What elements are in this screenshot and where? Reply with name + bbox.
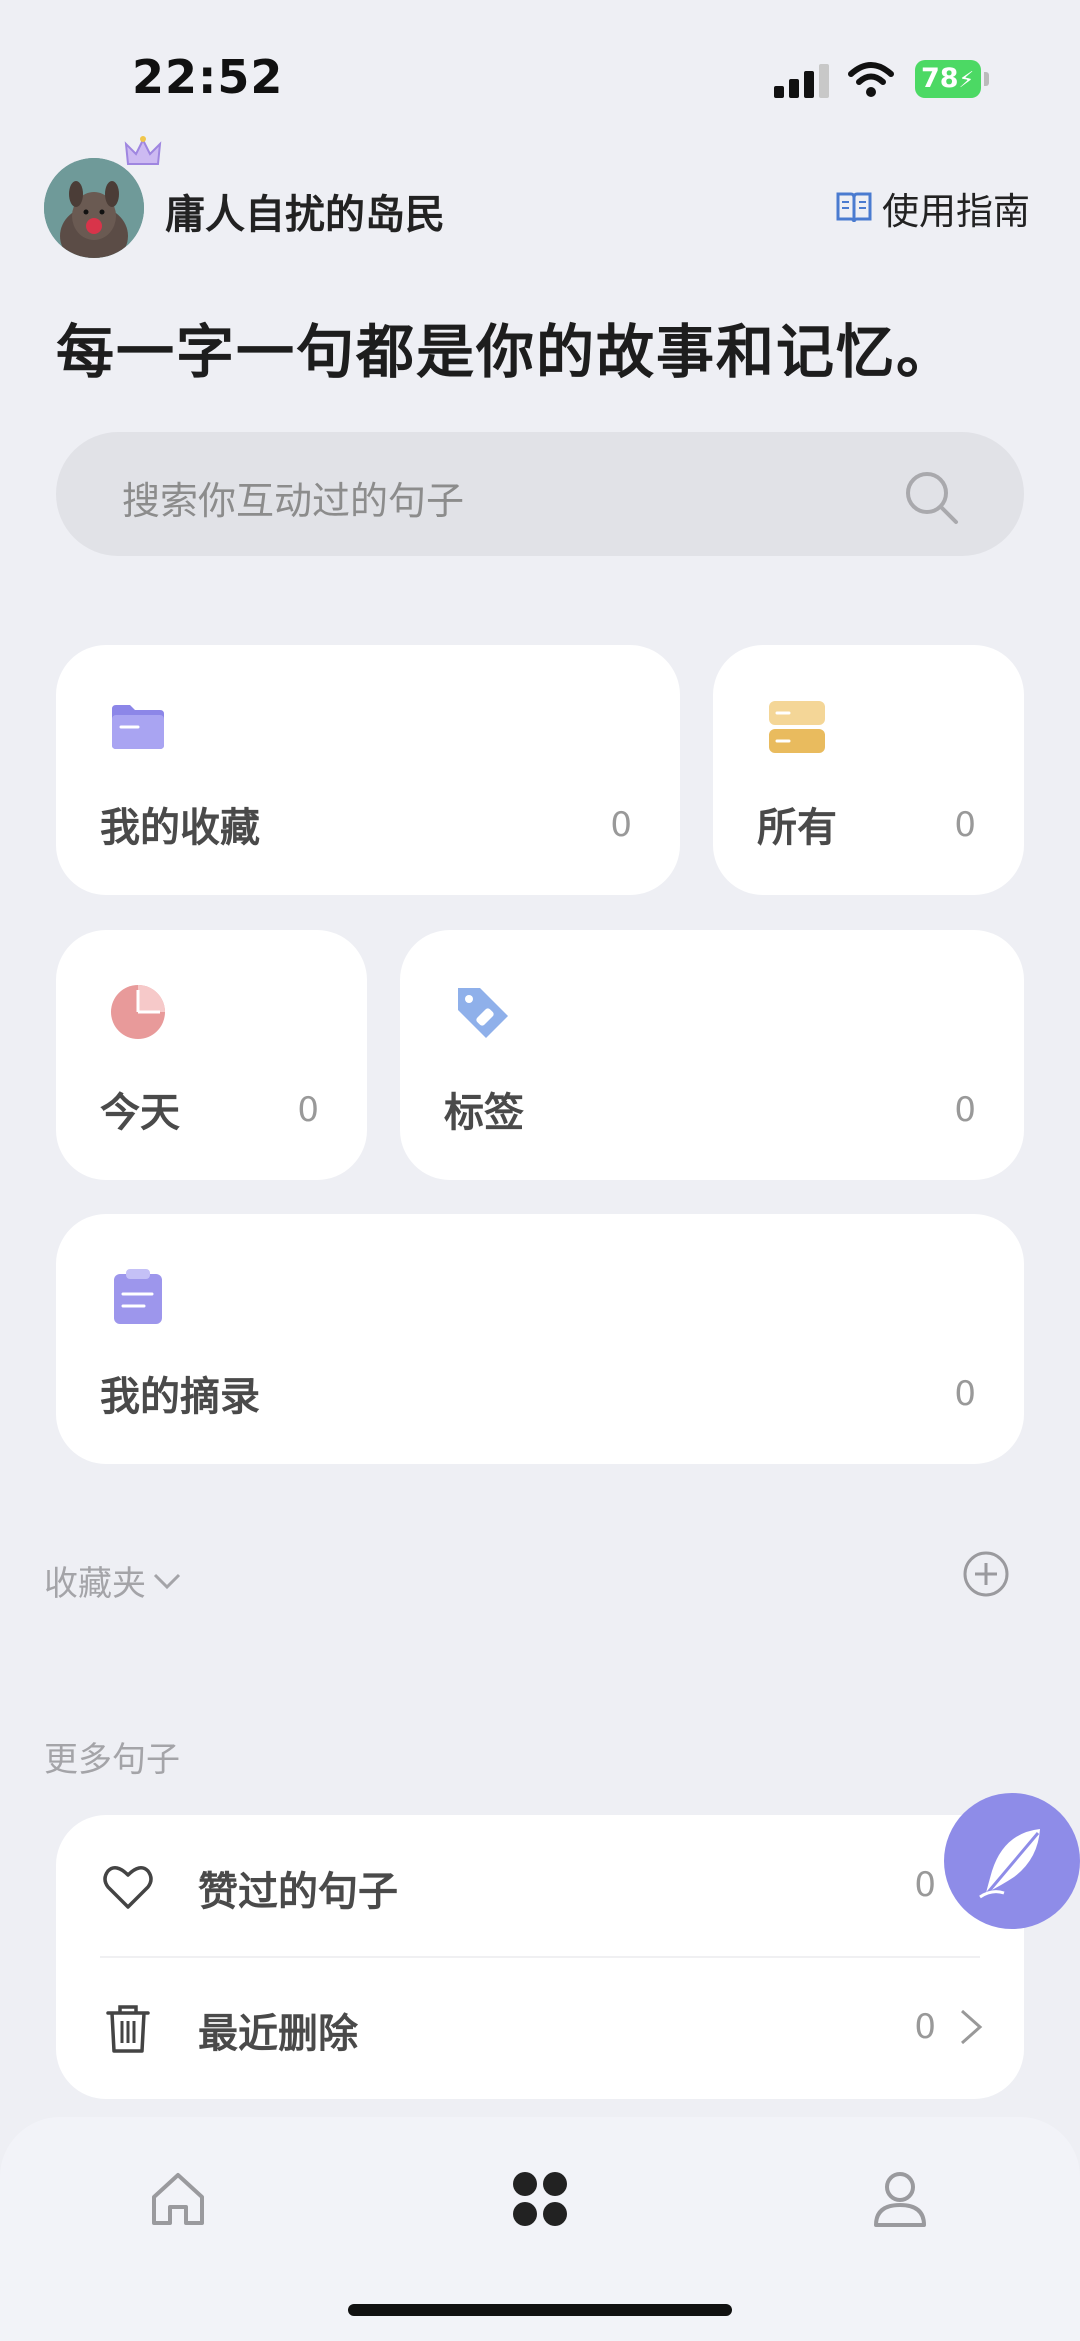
compose-fab-button[interactable] <box>944 1793 1080 1929</box>
more-list: 赞过的句子 0 最近删除 0 <box>56 1815 1024 2099</box>
wifi-icon <box>848 62 894 97</box>
more-title: 更多句子 <box>44 1740 180 1780</box>
list-item-deleted-count: 0 <box>914 2007 936 2047</box>
card-today[interactable]: 今天 0 <box>56 930 367 1180</box>
battery-level: 78 <box>921 63 959 94</box>
card-tags-label: 标签 <box>444 1090 524 1136</box>
search-icon[interactable] <box>902 468 962 528</box>
chevron-right-icon <box>961 2009 983 2045</box>
list-item-liked[interactable]: 赞过的句子 0 <box>56 1815 1024 1958</box>
list-item-liked-count: 0 <box>914 1865 936 1905</box>
card-favorites[interactable]: 我的收藏 0 <box>56 645 680 895</box>
home-indicator <box>348 2304 732 2316</box>
heart-icon <box>103 1866 153 1909</box>
card-excerpts-count: 0 <box>954 1374 976 1414</box>
card-today-label: 今天 <box>100 1090 180 1136</box>
folders-title: 收藏夹 <box>44 1564 146 1604</box>
card-today-count: 0 <box>297 1090 319 1130</box>
search-placeholder: 搜索你互动过的句子 <box>122 479 465 523</box>
battery-icon: 78⚡ <box>915 60 989 100</box>
feather-icon <box>979 1829 1040 1899</box>
add-folder-icon[interactable] <box>962 1550 1010 1598</box>
card-favorites-label: 我的收藏 <box>100 805 260 851</box>
list-item-deleted[interactable]: 最近删除 0 <box>56 1957 1024 2099</box>
list-item-liked-label: 赞过的句子 <box>198 1869 398 1915</box>
card-excerpts-label: 我的摘录 <box>100 1374 260 1420</box>
card-all[interactable]: 所有 0 <box>713 645 1024 895</box>
person-icon[interactable] <box>868 2167 932 2231</box>
trash-icon <box>106 2005 150 2053</box>
status-time: 22:52 <box>132 50 284 104</box>
username[interactable]: 庸人自扰的岛民 <box>165 182 445 240</box>
tag-icon <box>458 988 508 1038</box>
card-favorites-count: 0 <box>610 805 632 845</box>
folder-icon <box>112 705 164 749</box>
clipboard-icon <box>114 1269 162 1324</box>
search-input[interactable]: 搜索你互动过的句子 <box>56 432 1024 556</box>
card-all-label: 所有 <box>757 805 837 851</box>
grid-icon[interactable] <box>508 2167 572 2231</box>
user-guide-label: 使用指南 <box>882 190 1030 233</box>
card-tags-count: 0 <box>954 1090 976 1130</box>
page-headline: 每一字一句都是你的故事和记忆。 <box>56 318 957 386</box>
card-tags[interactable]: 标签 0 <box>400 930 1024 1180</box>
home-icon[interactable] <box>146 2167 210 2231</box>
stack-icon <box>769 701 825 753</box>
user-guide-button[interactable]: 使用指南 <box>834 184 1030 233</box>
list-item-deleted-label: 最近删除 <box>198 2011 358 2057</box>
pie-chart-icon <box>111 985 165 1039</box>
cellular-signal-icon <box>774 64 830 98</box>
folders-toggle[interactable]: 收藏夹 <box>44 1556 182 1605</box>
card-excerpts[interactable]: 我的摘录 0 <box>56 1214 1024 1464</box>
chevron-down-icon <box>153 1573 181 1589</box>
book-icon <box>836 192 872 223</box>
crown-icon <box>124 136 162 165</box>
card-all-count: 0 <box>954 805 976 845</box>
